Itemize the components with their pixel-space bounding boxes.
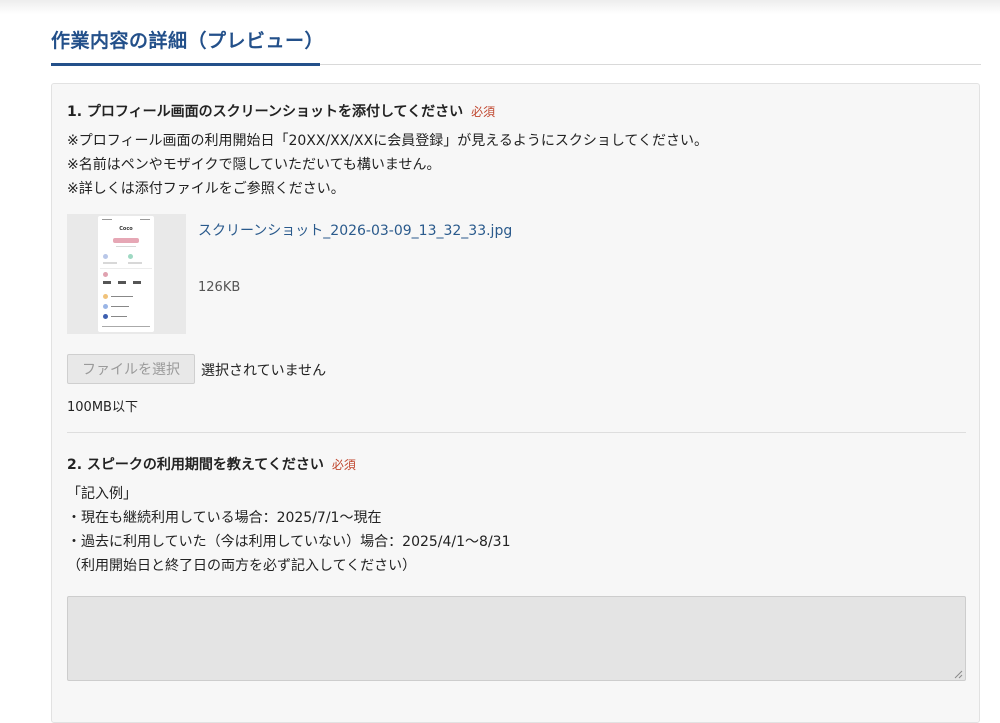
attachment-file-size: 126KB	[198, 280, 241, 295]
file-status: 選択されていません	[201, 363, 327, 379]
form-panel: 1. プロフィール画面のスクリーンショットを添付してください 必須 ※プロフィール…	[51, 83, 980, 723]
section-title: 作業内容の詳細（プレビュー）	[51, 30, 325, 52]
section-header: 作業内容の詳細（プレビュー）	[51, 22, 981, 66]
question2-note-1: 「記入例」	[67, 486, 137, 502]
question1-note-2: ※名前はペンやモザイクで隠していただいても構いません。	[67, 157, 441, 173]
attachment-thumbnail[interactable]: Coco	[67, 214, 186, 334]
screenshot-preview: Coco	[98, 216, 154, 332]
question1-note-1: ※プロフィール画面の利用開始日「20XX/XX/XXに会員登録」が見えるようにス…	[67, 133, 708, 149]
question2-label: 2. スピークの利用期間を教えてください	[67, 457, 324, 473]
required-badge: 必須	[471, 105, 496, 119]
question2-note-4: （利用開始日と終了日の両方を必ず記入してください）	[67, 558, 417, 574]
question1-note-3: ※詳しくは添付ファイルをご参照ください。	[67, 181, 345, 197]
question2-note-3: ・過去に利用していた（今は利用していない）場合：2025/4/1〜8/31	[67, 534, 511, 550]
resize-grip-icon[interactable]	[954, 670, 963, 679]
title-underline	[51, 63, 320, 66]
attachment-file-name[interactable]: スクリーンショット_2026-03-09_13_32_33.jpg	[198, 219, 518, 244]
thumbnail-name: Coco	[119, 226, 133, 232]
choose-file-button[interactable]: ファイルを選択	[67, 354, 195, 384]
question2-note-2: ・現在も継続利用している場合：2025/7/1〜現在	[67, 510, 382, 526]
top-shadow	[0, 0, 1000, 14]
question2-title: 2. スピークの利用期間を教えてください 必須	[67, 454, 356, 474]
question1-label: 1. プロフィール画面のスクリーンショットを添付してください	[67, 104, 464, 120]
required-badge: 必須	[331, 458, 356, 472]
size-limit: 100MB以下	[67, 400, 138, 415]
question-divider	[67, 432, 966, 433]
question1-title: 1. プロフィール画面のスクリーンショットを添付してください 必須	[67, 101, 495, 121]
usage-period-textarea[interactable]	[67, 596, 966, 681]
